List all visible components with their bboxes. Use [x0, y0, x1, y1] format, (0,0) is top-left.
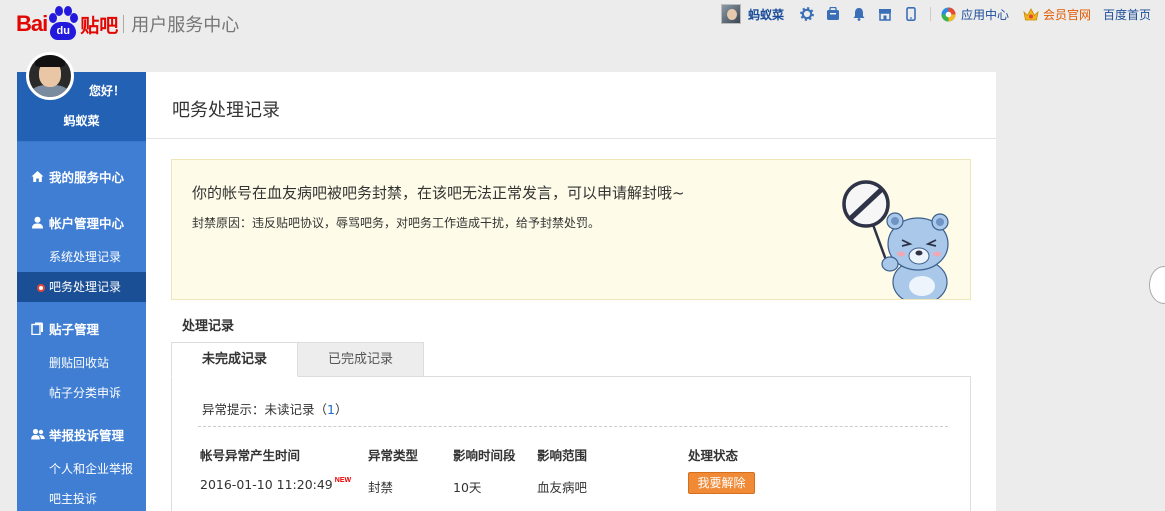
tab-incomplete-records[interactable]: 未完成记录 — [171, 342, 298, 377]
sidebar-item-system-records[interactable]: 系统处理记录 — [17, 242, 146, 272]
records-section-title: 处理记录 — [182, 319, 235, 334]
member-crown-icon — [1023, 7, 1039, 21]
username-link[interactable]: 蚂蚁菜 — [748, 6, 784, 23]
records-panel: 异常提示：未读记录（1） 帐号异常产生时间 异常类型 影响时间段 影响范围 处理… — [171, 376, 971, 511]
column-header-scope: 影响范围 — [537, 448, 588, 463]
gear-icon[interactable] — [800, 7, 814, 21]
mobile-icon[interactable] — [904, 7, 918, 21]
sidebar-item-label: 吧务处理记录 — [49, 280, 122, 294]
logo-divider — [123, 15, 125, 33]
sidebar-section-account[interactable]: 帐户管理中心 — [17, 202, 146, 242]
table-cell-time: 2016-01-10 11:20:49 NEW — [200, 477, 351, 492]
table-cell-duration: 10天 — [453, 480, 482, 495]
unread-alert: 异常提示：未读记录（1） — [202, 399, 347, 418]
store-icon[interactable] — [878, 7, 892, 21]
ban-reason: 封禁原因：违反贴吧协议，辱骂吧务，对吧务工作造成干扰，给予封禁处罚。 — [192, 216, 601, 230]
greeting-text: 您好！ — [89, 84, 126, 98]
sidebar-username: 蚂蚁菜 — [63, 114, 100, 128]
sidebar-section-reports[interactable]: 举报投诉管理 — [17, 414, 146, 454]
tab-completed-records[interactable]: 已完成记录 — [298, 342, 424, 377]
logo-text-bai: Bai — [16, 11, 48, 36]
messages-icon[interactable] — [826, 6, 840, 21]
top-navigation: 蚂蚁菜 应用中心 会员官网 百度首页 — [720, 2, 1151, 26]
page-title: 吧务处理记录 — [172, 100, 280, 121]
main-content: 吧务处理记录 你的帐号在血友病吧被吧务封禁，在该吧无法正常发言，可以申请解封哦~… — [146, 72, 996, 511]
user-icon — [31, 216, 44, 229]
column-header-status: 处理状态 — [688, 448, 739, 463]
sidebar-section-label: 举报投诉管理 — [49, 427, 125, 443]
ban-message: 你的帐号在血友病吧被吧务封禁，在该吧无法正常发言，可以申请解封哦~ — [192, 184, 685, 202]
user-avatar-small[interactable] — [720, 4, 741, 24]
users-icon — [31, 428, 45, 441]
side-scroll-handle[interactable] — [1149, 266, 1165, 304]
new-badge: NEW — [334, 477, 352, 484]
unread-alert-suffix: ） — [334, 402, 348, 417]
logo-text-tieba: 贴吧 — [80, 14, 119, 37]
baidu-paw-icon: du — [48, 6, 79, 42]
sidebar-item-complaints[interactable]: 吧主投诉 — [17, 484, 146, 511]
sidebar: 您好！ 蚂蚁菜 我的服务中心 帐户管理中心 系统处理记录 吧务处理记录 贴子管理… — [17, 52, 146, 511]
request-unban-button[interactable]: 我要解除 — [688, 472, 755, 494]
sidebar-section-service-center[interactable]: 我的服务中心 — [17, 156, 146, 196]
sidebar-item-reports[interactable]: 个人和企业举报 — [17, 454, 146, 484]
sidebar-section-posts[interactable]: 贴子管理 — [17, 308, 146, 348]
column-header-duration: 影响时间段 — [453, 448, 516, 463]
column-header-type: 异常类型 — [368, 448, 419, 463]
nav-divider — [929, 7, 931, 21]
record-time: 2016-01-10 11:20:49 — [200, 477, 333, 492]
records-tabs: 未完成记录 已完成记录 — [171, 342, 424, 377]
bear-stop-sign-illustration — [842, 180, 949, 299]
table-cell-scope: 血友病吧 — [537, 480, 588, 495]
site-subtitle: 用户服务中心 — [131, 15, 240, 36]
baidu-home-link[interactable]: 百度首页 — [1103, 6, 1151, 23]
member-site-link[interactable]: 会员官网 — [1043, 6, 1091, 23]
ban-notice: 你的帐号在血友病吧被吧务封禁，在该吧无法正常发言，可以申请解封哦~ 封禁原因：违… — [171, 159, 971, 300]
dashed-divider — [198, 426, 948, 427]
table-cell-type: 封禁 — [368, 480, 394, 495]
sidebar-item-bar-records[interactable]: 吧务处理记录 — [17, 272, 146, 302]
sidebar-section-label: 贴子管理 — [49, 321, 100, 337]
active-indicator-icon — [37, 284, 45, 292]
logo-text-du: du — [50, 22, 77, 40]
home-icon — [31, 170, 44, 183]
baidu-tieba-logo[interactable]: Bai du 贴吧 用户服务中心 — [16, 4, 239, 44]
user-avatar[interactable] — [26, 52, 74, 100]
sidebar-item-recycle-bin[interactable]: 删贴回收站 — [17, 348, 146, 378]
sidebar-section-label: 我的服务中心 — [49, 169, 125, 185]
sidebar-item-category-appeal[interactable]: 帖子分类申诉 — [17, 378, 146, 408]
bell-icon[interactable] — [852, 7, 866, 21]
sidebar-user-card: 您好！ 蚂蚁菜 — [17, 52, 146, 142]
unread-count[interactable]: 1 — [327, 402, 335, 417]
unread-alert-prefix: 异常提示：未读记录（ — [202, 402, 328, 417]
sidebar-section-label: 帐户管理中心 — [49, 215, 125, 231]
document-icon — [31, 322, 44, 335]
app-center-icon — [941, 7, 956, 22]
app-center-link[interactable]: 应用中心 — [961, 6, 1009, 23]
column-header-time: 帐号异常产生时间 — [200, 448, 301, 463]
